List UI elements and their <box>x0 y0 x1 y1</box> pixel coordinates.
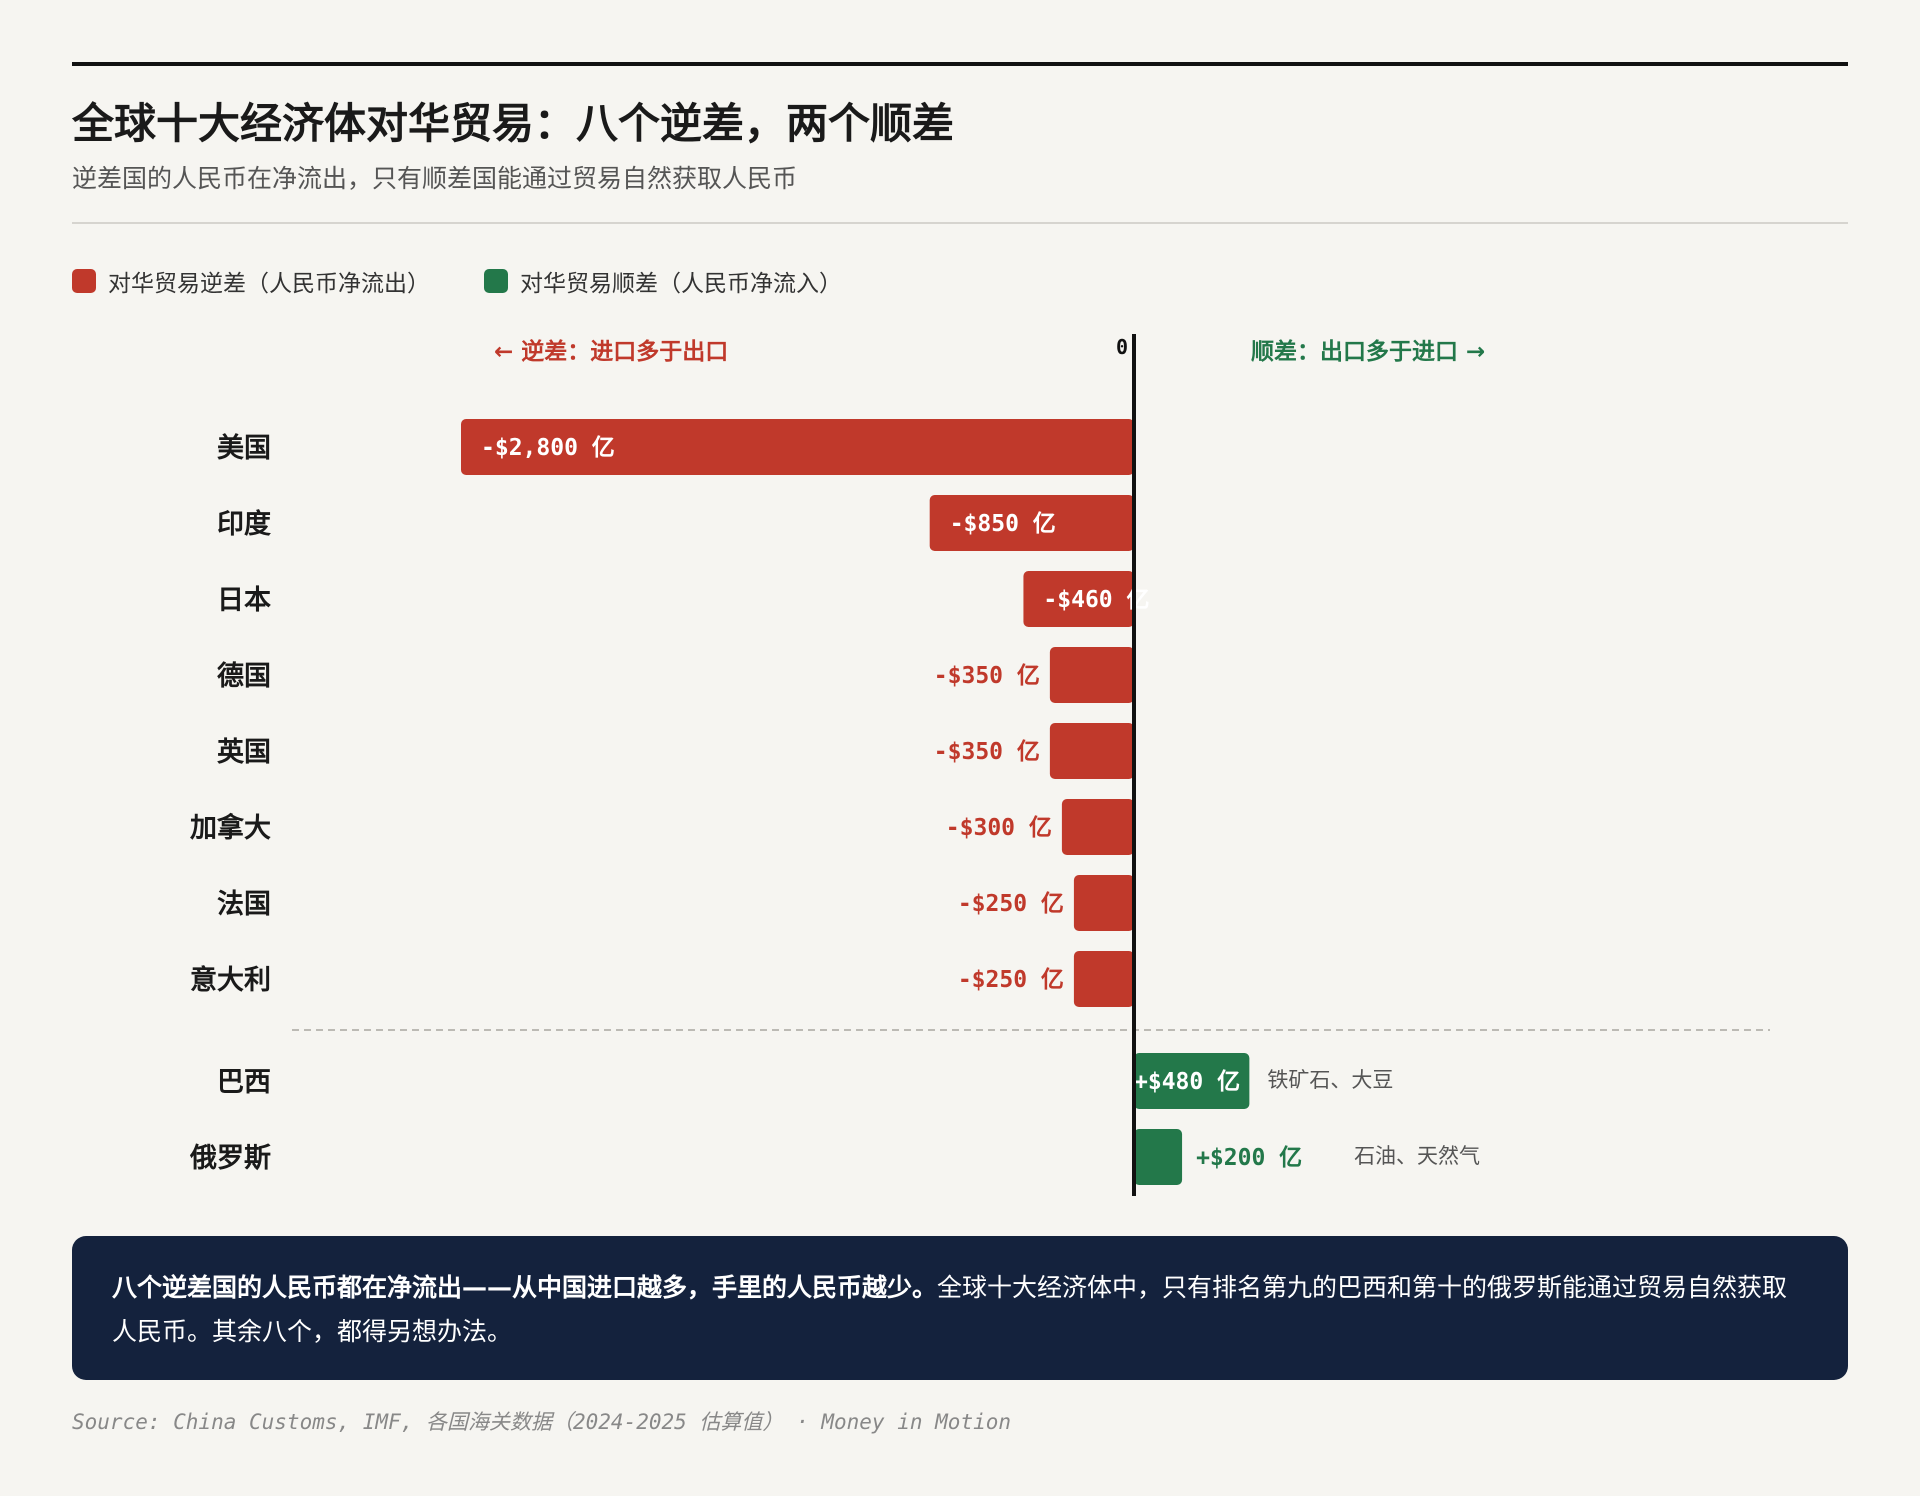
value-label: -$350 亿 <box>934 739 1040 765</box>
category-label: 意大利 <box>190 964 271 996</box>
category-label: 俄罗斯 <box>189 1143 271 1174</box>
bar <box>1049 723 1134 779</box>
bar <box>1134 1129 1183 1185</box>
category-label: 英国 <box>217 737 271 768</box>
value-label: -$2,800 亿 <box>481 435 615 461</box>
source-note: Source: China Customs, IMF, 各国海关数据（2024-… <box>72 1410 1012 1434</box>
value-label: -$350 亿 <box>934 663 1040 689</box>
page-subtitle: 逆差国的人民币在净流出，只有顺差国能通过贸易自然获取人民币 <box>72 164 798 193</box>
right-direction-label: 顺差：出口多于进口 → <box>1251 338 1485 365</box>
summary-callout: 八个逆差国的人民币都在净流出——从中国进口越多，手里的人民币越少。全球十大经济体… <box>72 1236 1848 1380</box>
legend-deficit: 对华贸易逆差（人民币净流出） <box>72 264 430 298</box>
legend-surplus-label: 对华贸易顺差（人民币净流入） <box>520 271 842 297</box>
category-label: 日本 <box>217 585 271 616</box>
legend-surplus: 对华贸易顺差（人民币净流入） <box>484 264 842 298</box>
category-label: 法国 <box>217 889 271 920</box>
value-note: 铁矿石、大豆 <box>1267 1068 1393 1092</box>
value-label: -$250 亿 <box>958 967 1064 993</box>
trade-balance-chart: ← 逆差：进口多于出口 顺差：出口多于进口 → 0 美国 -$2,800 亿印度 -$85… <box>189 334 1770 1196</box>
legend-surplus-swatch <box>484 269 508 293</box>
value-label: -$850 亿 <box>950 511 1056 537</box>
category-label: 加拿大 <box>190 812 271 844</box>
value-label: +$480 亿 <box>1134 1069 1240 1095</box>
bar <box>1073 951 1134 1007</box>
value-label: -$300 亿 <box>946 815 1052 841</box>
callout-bold-text: 八个逆差国的人民币都在净流出——从中国进口越多，手里的人民币越少。 <box>112 1273 938 1302</box>
bar <box>1061 799 1134 855</box>
category-label: 德国 <box>217 661 271 692</box>
page-title: 全球十大经济体对华贸易：八个逆差，两个顺差 <box>72 99 955 148</box>
subtitle-rule <box>72 222 1848 224</box>
category-label: 巴西 <box>217 1067 271 1098</box>
category-label: 美国 <box>217 432 271 464</box>
value-note: 石油、天然气 <box>1354 1144 1480 1168</box>
bar <box>1073 875 1134 931</box>
zero-axis-label: 0 <box>1116 335 1128 359</box>
legend-deficit-label: 对华贸易逆差（人民币净流出） <box>108 271 430 297</box>
left-direction-label: ← 逆差：进口多于出口 <box>494 338 728 365</box>
value-label: -$250 亿 <box>958 891 1064 917</box>
bar <box>1049 647 1134 703</box>
legend-deficit-swatch <box>72 269 96 293</box>
category-label: 印度 <box>217 508 271 540</box>
value-label: +$200 亿 <box>1196 1145 1302 1171</box>
legend: 对华贸易逆差（人民币净流出） 对华贸易顺差（人民币净流入） <box>72 264 896 298</box>
top-rule <box>72 62 1848 66</box>
